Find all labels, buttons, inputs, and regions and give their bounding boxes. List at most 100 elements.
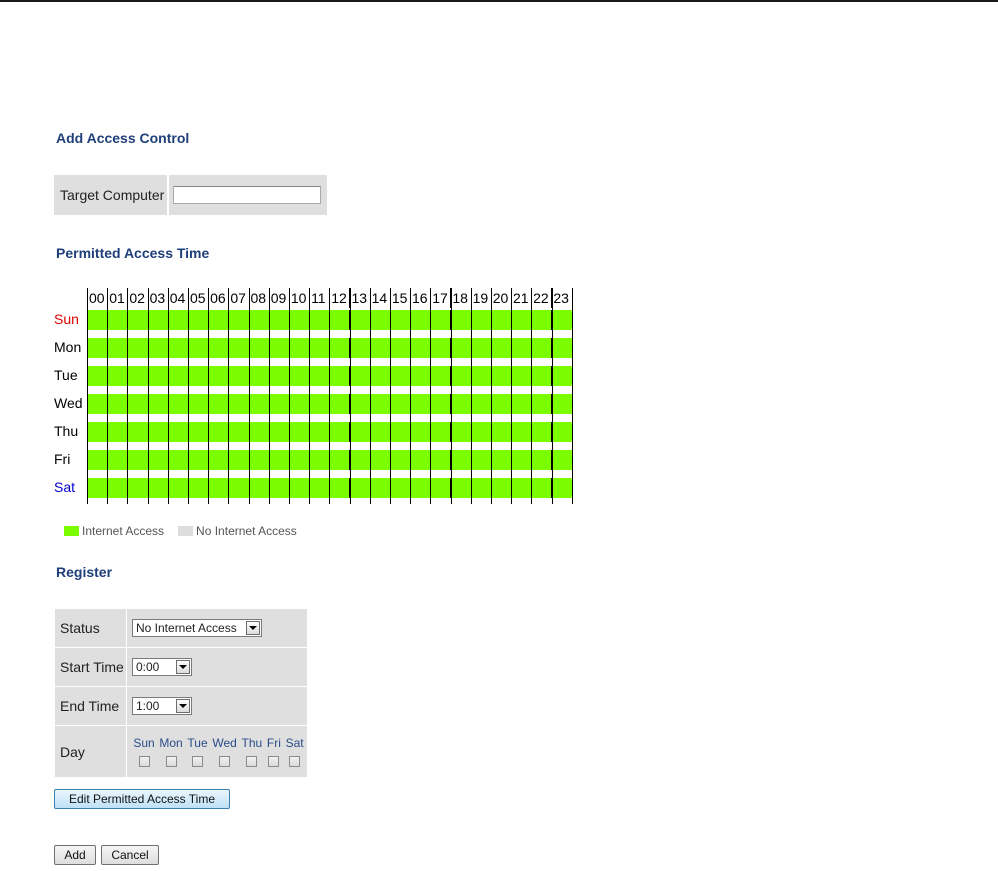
schedule-cell[interactable]: [127, 310, 148, 330]
schedule-cell[interactable]: [470, 310, 491, 330]
schedule-cell[interactable]: [228, 450, 249, 470]
schedule-cell[interactable]: [288, 422, 310, 442]
schedule-cell[interactable]: [349, 450, 370, 470]
schedule-cell[interactable]: [531, 394, 552, 414]
day-checkbox-sun[interactable]: [138, 756, 150, 767]
target-computer-input[interactable]: [173, 186, 321, 204]
schedule-cell[interactable]: [208, 338, 229, 358]
schedule-cell[interactable]: [127, 338, 148, 358]
schedule-cell[interactable]: [389, 450, 410, 470]
edit-permitted-access-time-button[interactable]: Edit Permitted Access Time: [54, 789, 230, 809]
schedule-cell[interactable]: [228, 422, 249, 442]
day-checkbox-fri[interactable]: [268, 756, 280, 767]
schedule-cell[interactable]: [147, 366, 168, 386]
day-checkbox-tue[interactable]: [192, 756, 204, 767]
schedule-cell[interactable]: [228, 366, 249, 386]
schedule-cell[interactable]: [551, 422, 572, 442]
schedule-cell[interactable]: [309, 366, 330, 386]
schedule-cell[interactable]: [450, 394, 471, 414]
schedule-cell[interactable]: [167, 394, 188, 414]
schedule-cell[interactable]: [450, 478, 471, 498]
schedule-cell[interactable]: [329, 450, 350, 470]
schedule-cell[interactable]: [87, 422, 108, 442]
schedule-cell[interactable]: [329, 422, 350, 442]
schedule-cell[interactable]: [208, 450, 229, 470]
schedule-cell[interactable]: [369, 338, 390, 358]
schedule-cell[interactable]: [107, 394, 128, 414]
schedule-cell[interactable]: [147, 338, 168, 358]
schedule-cell[interactable]: [208, 478, 229, 498]
schedule-cell[interactable]: [268, 310, 289, 330]
schedule-cell[interactable]: [127, 366, 148, 386]
schedule-cell[interactable]: [147, 310, 168, 330]
schedule-cell[interactable]: [167, 422, 188, 442]
schedule-cell[interactable]: [87, 338, 108, 358]
schedule-cell[interactable]: [430, 450, 451, 470]
schedule-cell[interactable]: [329, 338, 350, 358]
schedule-cell[interactable]: [531, 450, 552, 470]
schedule-cell[interactable]: [349, 338, 370, 358]
schedule-cell[interactable]: [248, 450, 269, 470]
schedule-cell[interactable]: [127, 450, 148, 470]
day-checkbox-thu[interactable]: [246, 756, 258, 767]
schedule-cell[interactable]: [430, 310, 451, 330]
schedule-cell[interactable]: [329, 310, 350, 330]
schedule-cell[interactable]: [268, 422, 289, 442]
schedule-cell[interactable]: [147, 478, 168, 498]
schedule-cell[interactable]: [369, 450, 390, 470]
schedule-cell[interactable]: [167, 478, 188, 498]
schedule-cell[interactable]: [410, 310, 431, 330]
schedule-cell[interactable]: [410, 478, 431, 498]
schedule-cell[interactable]: [349, 478, 370, 498]
chevron-down-icon[interactable]: [176, 699, 190, 714]
schedule-cell[interactable]: [430, 338, 451, 358]
schedule-cell[interactable]: [410, 366, 431, 386]
schedule-cell[interactable]: [450, 366, 471, 386]
schedule-cell[interactable]: [288, 478, 310, 498]
schedule-cell[interactable]: [510, 338, 532, 358]
schedule-cell[interactable]: [490, 394, 511, 414]
schedule-cell[interactable]: [309, 478, 330, 498]
schedule-cell[interactable]: [369, 310, 390, 330]
schedule-cell[interactable]: [228, 338, 249, 358]
schedule-cell[interactable]: [228, 310, 249, 330]
schedule-cell[interactable]: [107, 478, 128, 498]
schedule-cell[interactable]: [329, 478, 350, 498]
schedule-cell[interactable]: [268, 450, 289, 470]
schedule-cell[interactable]: [167, 450, 188, 470]
schedule-cell[interactable]: [450, 450, 471, 470]
schedule-cell[interactable]: [288, 366, 310, 386]
schedule-cell[interactable]: [510, 450, 532, 470]
schedule-cell[interactable]: [107, 422, 128, 442]
end-time-select[interactable]: 1:00: [132, 697, 192, 716]
schedule-cell[interactable]: [127, 394, 148, 414]
schedule-cell[interactable]: [248, 394, 269, 414]
add-button[interactable]: Add: [54, 845, 96, 865]
schedule-cell[interactable]: [510, 422, 532, 442]
schedule-cell[interactable]: [551, 338, 572, 358]
chevron-down-icon[interactable]: [176, 660, 190, 675]
schedule-cell[interactable]: [410, 338, 431, 358]
schedule-cell[interactable]: [87, 478, 108, 498]
schedule-cell[interactable]: [187, 366, 209, 386]
schedule-cell[interactable]: [490, 422, 511, 442]
schedule-cell[interactable]: [228, 478, 249, 498]
schedule-cell[interactable]: [369, 422, 390, 442]
schedule-cell[interactable]: [268, 366, 289, 386]
schedule-cell[interactable]: [87, 450, 108, 470]
schedule-cell[interactable]: [248, 366, 269, 386]
schedule-cell[interactable]: [470, 366, 491, 386]
schedule-cell[interactable]: [187, 422, 209, 442]
schedule-cell[interactable]: [107, 366, 128, 386]
schedule-cell[interactable]: [309, 310, 330, 330]
schedule-cell[interactable]: [107, 310, 128, 330]
schedule-cell[interactable]: [187, 310, 209, 330]
schedule-cell[interactable]: [349, 366, 370, 386]
schedule-cell[interactable]: [329, 366, 350, 386]
schedule-cell[interactable]: [410, 450, 431, 470]
day-checkbox-wed[interactable]: [219, 756, 231, 767]
schedule-cell[interactable]: [147, 422, 168, 442]
schedule-cell[interactable]: [430, 366, 451, 386]
schedule-cell[interactable]: [490, 450, 511, 470]
schedule-cell[interactable]: [531, 478, 552, 498]
